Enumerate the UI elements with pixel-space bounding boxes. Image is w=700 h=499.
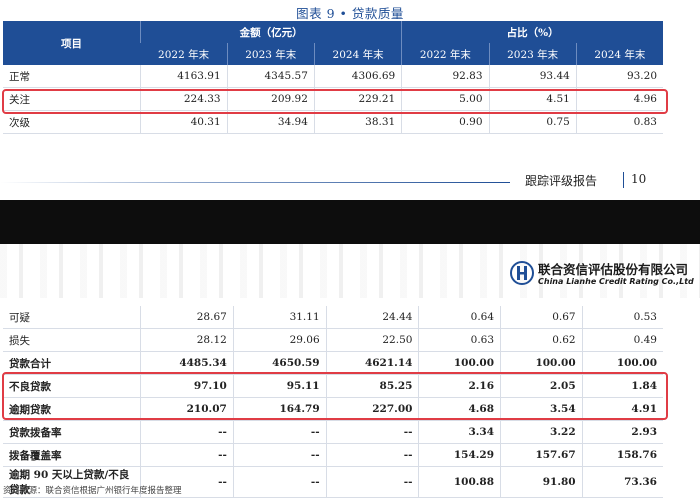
cell: 28.67 [140, 306, 234, 329]
header-year: 2024 年末 [313, 43, 402, 65]
company-logo: 联合资信评估股份有限公司 China Lianhe Credit Rating … [510, 258, 698, 292]
header-ratio-group: 占比（%） [401, 21, 663, 43]
highlight-box-attention [2, 89, 668, 114]
cell: 2.93 [581, 420, 663, 444]
cell: 158.76 [581, 443, 663, 467]
cell: 29.06 [232, 328, 327, 352]
cell: 92.83 [401, 65, 490, 88]
cell: 91.80 [500, 466, 583, 498]
header-year: 2023 年末 [488, 43, 577, 65]
cell: -- [325, 443, 419, 467]
cell: 4345.57 [226, 65, 315, 88]
header-item: 项目 [3, 21, 141, 65]
cell: 4306.69 [313, 65, 402, 88]
header-year: 2022 年末 [401, 43, 490, 65]
row-label: 贷款拨备率 [3, 420, 141, 444]
figure-title: 图表 9 • 贷款质量 [296, 6, 404, 21]
loan-quality-table-top: 项目 金额（亿元） 占比（%） 2022 年末 2023 年末 2024 年末 … [3, 21, 663, 134]
cell: 3.34 [418, 420, 501, 444]
cell: -- [232, 420, 327, 444]
cell: 0.49 [581, 328, 663, 352]
cell: 3.22 [500, 420, 583, 444]
cell: 73.36 [581, 466, 663, 498]
table-row: 贷款拨备率 -- -- -- 3.34 3.22 2.93 [3, 420, 663, 444]
cell: 93.44 [488, 65, 577, 88]
cell: 4163.91 [140, 65, 228, 88]
logo-english-name: China Lianhe Credit Rating Co.,Ltd [538, 277, 694, 286]
cell: 31.11 [232, 306, 327, 329]
cell: 0.64 [418, 306, 501, 329]
page-number: 10 [631, 172, 647, 186]
report-page-top: 图表 9 • 贷款质量 项目 金额（亿元） 占比（%） 2022 年末 2023… [0, 0, 700, 200]
header-year: 2022 年末 [140, 43, 228, 65]
cell: 0.53 [581, 306, 663, 329]
footer-separator [623, 172, 624, 188]
cell: 0.62 [500, 328, 583, 352]
cell: 157.67 [500, 443, 583, 467]
cell: 0.67 [500, 306, 583, 329]
cell: 0.63 [418, 328, 501, 352]
footer-report-title: 跟踪评级报告 [525, 174, 598, 188]
footer-rule [0, 182, 510, 183]
row-label: 可疑 [3, 306, 141, 329]
highlight-box-npl-overdue [2, 372, 668, 420]
header-year: 2024 年末 [575, 43, 663, 65]
cell: 28.12 [140, 328, 234, 352]
row-label: 正常 [3, 65, 141, 88]
cell: 24.44 [325, 306, 419, 329]
cell: -- [232, 466, 327, 498]
header-amount-group: 金额（亿元） [139, 21, 402, 43]
header-year: 2023 年末 [226, 43, 315, 65]
table-row: 拨备覆盖率 -- -- -- 154.29 157.67 158.76 [3, 443, 663, 467]
lianhe-logo-icon [510, 261, 534, 285]
cell: -- [325, 466, 419, 498]
row-label: 拨备覆盖率 [3, 443, 141, 467]
logo-chinese-name: 联合资信评估股份有限公司 [538, 262, 689, 277]
table-row: 正常 4163.91 4345.57 4306.69 92.83 93.44 9… [3, 65, 663, 88]
source-note: 资料来源：联合资信根据广州银行年度报告整理 [3, 486, 182, 496]
cell: 22.50 [325, 328, 419, 352]
cell: -- [140, 420, 234, 444]
cell: -- [232, 443, 327, 467]
cell: 93.20 [575, 65, 663, 88]
table-row: 损失 28.12 29.06 22.50 0.63 0.62 0.49 [3, 328, 663, 352]
report-page-bottom: 可疑 28.67 31.11 24.44 0.64 0.67 0.53 损失 2… [0, 306, 700, 498]
scan-dark-band [0, 200, 700, 244]
table-row: 可疑 28.67 31.11 24.44 0.64 0.67 0.53 [3, 306, 663, 329]
row-label: 损失 [3, 328, 141, 352]
cell: -- [325, 420, 419, 444]
cell: 154.29 [418, 443, 501, 467]
cell: -- [140, 443, 234, 467]
cell: 100.88 [418, 466, 501, 498]
